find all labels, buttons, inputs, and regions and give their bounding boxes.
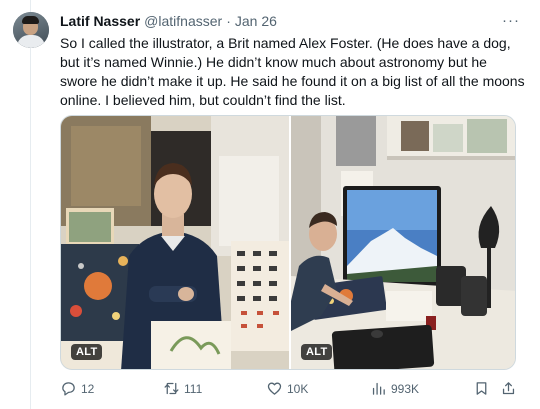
tweet-text-line: swore he didn’t make it up. He said he f… xyxy=(60,73,525,89)
reply-count: 12 xyxy=(81,381,95,396)
heart-icon xyxy=(267,382,282,395)
bookmark-icon xyxy=(476,382,487,395)
tweet-actions: 12 111 10K 993K xyxy=(60,380,520,400)
media-grid: ALT ALT xyxy=(60,115,516,370)
avatar[interactable] xyxy=(13,12,49,48)
views-button[interactable]: 993K xyxy=(370,380,419,397)
retweet-count: 111 xyxy=(184,381,203,396)
header-separator: · xyxy=(226,13,231,29)
retweet-button[interactable]: 111 xyxy=(163,380,202,397)
share-button[interactable] xyxy=(500,380,517,397)
alt-badge[interactable]: ALT xyxy=(71,344,103,360)
reply-button[interactable]: 12 xyxy=(60,380,94,397)
alt-badge[interactable]: ALT xyxy=(301,344,333,360)
tweet-text-line: but it’s named Winnie.) He didn’t know m… xyxy=(60,54,487,70)
view-count: 993K xyxy=(391,381,420,396)
bookmark-button[interactable] xyxy=(473,380,490,397)
share-icon xyxy=(502,382,515,395)
author-handle[interactable]: @latifnasser xyxy=(144,13,222,29)
tweet-text: So I called the illustrator, a Brit name… xyxy=(60,34,530,110)
tweet-text-line: online. I believed him, but couldn’t fin… xyxy=(60,92,346,108)
tweet-date[interactable]: Jan 26 xyxy=(235,13,277,29)
like-button[interactable]: 10K xyxy=(266,380,308,397)
author-name[interactable]: Latif Nasser xyxy=(60,13,140,29)
artist-desk-photo-graphic xyxy=(291,116,515,369)
retweet-icon xyxy=(164,382,179,395)
more-options-icon[interactable]: ··· xyxy=(502,12,520,29)
photo-artist-desk[interactable]: ALT xyxy=(291,116,515,369)
illustrator-photo-graphic xyxy=(61,116,289,369)
like-count: 10K xyxy=(287,381,309,396)
thread-divider xyxy=(30,0,31,409)
reply-icon xyxy=(62,382,75,396)
tweet-text-line: So I called the illustrator, a Brit name… xyxy=(60,35,511,51)
tweet-header: Latif Nasser @latifnasser · Jan 26 ··· xyxy=(60,12,520,30)
photo-illustrator[interactable]: ALT xyxy=(61,116,289,369)
views-chart-icon xyxy=(372,382,385,395)
